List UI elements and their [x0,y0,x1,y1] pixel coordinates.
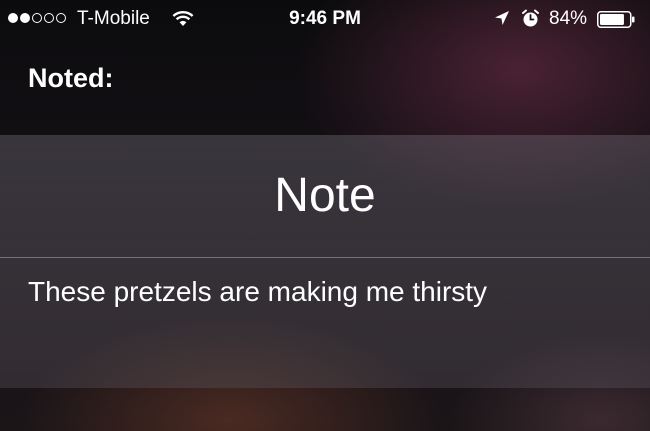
siri-screen: T-Mobile 9:46 PM 84% Noted: Note These p… [0,0,650,431]
note-card-title: Note [274,169,376,222]
status-bar: T-Mobile 9:46 PM 84% [0,0,650,40]
siri-response-heading: Noted: [28,63,114,93]
note-body-text: These pretzels are making me thirsty [28,276,488,307]
battery-icon [597,11,635,28]
alarm-clock-icon [522,9,539,27]
location-arrow-icon [495,11,509,25]
battery-percentage: 84% [549,8,588,29]
note-divider [0,257,650,258]
